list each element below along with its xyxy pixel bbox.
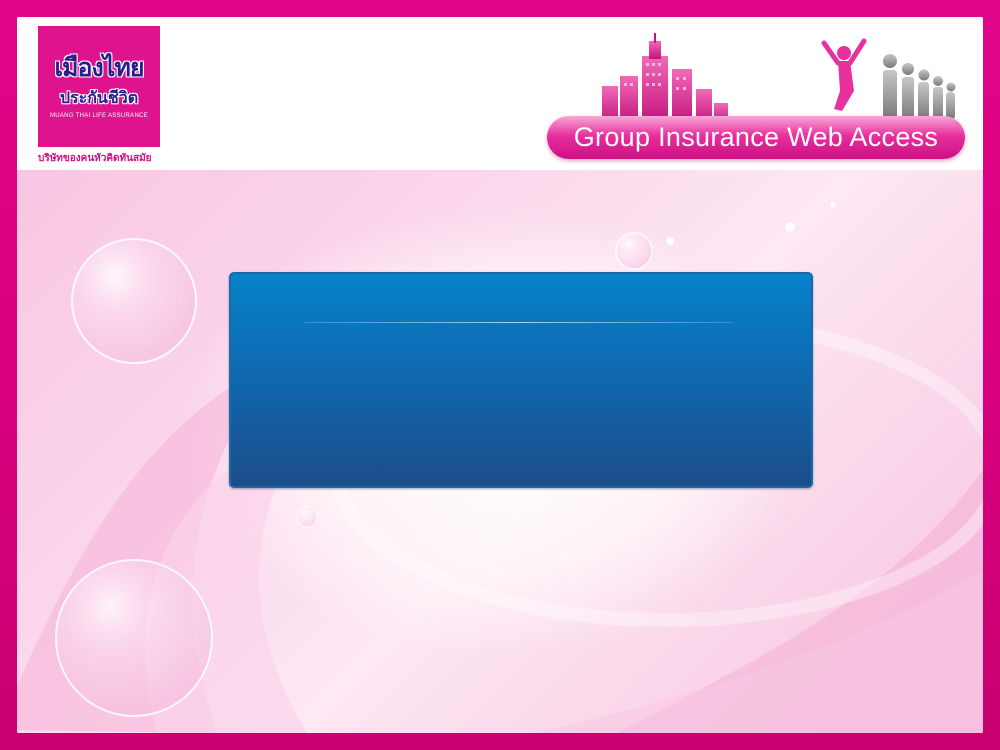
- logo-name-english: MUANG THAI LIFE ASSURANCE: [49, 113, 149, 119]
- title-banner: Group Insurance Web Access: [547, 116, 965, 159]
- logo-subname-thai: ประกันชีวิต: [59, 88, 139, 107]
- logo-name-thai: เมืองไทย: [54, 53, 145, 82]
- people-group-icon: [821, 38, 956, 119]
- logo-tagline: บริษัทของคนหัวคิดทันสมัย: [38, 153, 152, 164]
- content-panel: [229, 272, 813, 488]
- header: เมืองไทย ประกันชีวิต MUANG THAI LIFE ASS…: [17, 17, 983, 170]
- page-canvas: เมืองไทย ประกันชีวิต MUANG THAI LIFE ASS…: [17, 17, 983, 733]
- panel-divider: [303, 322, 733, 323]
- city-skyline-icon: [602, 33, 728, 124]
- page-title: Group Insurance Web Access: [573, 122, 939, 152]
- company-logo: เมืองไทย ประกันชีวิต MUANG THAI LIFE ASS…: [38, 26, 160, 147]
- page-frame: เมืองไทย ประกันชีวิต MUANG THAI LIFE ASS…: [0, 0, 1000, 750]
